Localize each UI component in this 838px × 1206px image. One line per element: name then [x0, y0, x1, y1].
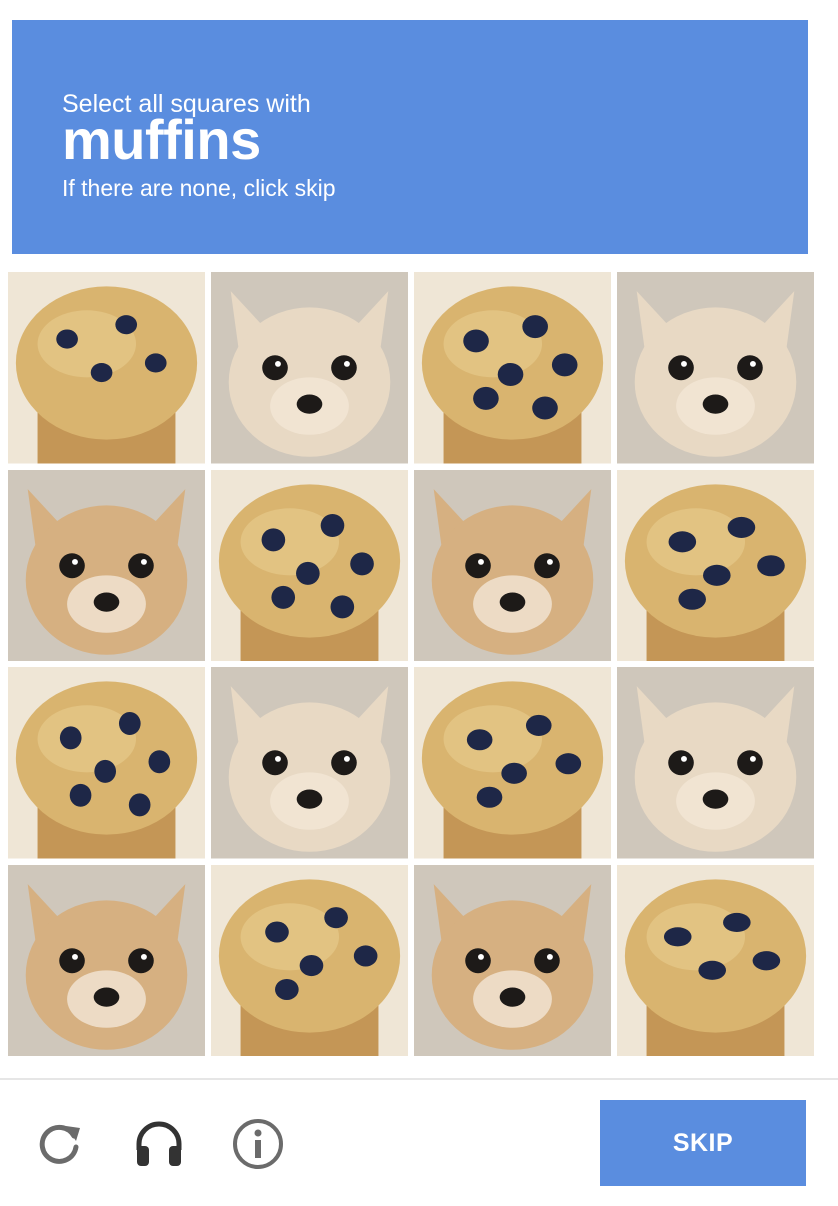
grid-tile-muffin[interactable] — [211, 864, 408, 1056]
grid-tile-chihuahua[interactable] — [8, 469, 205, 661]
grid-tile-muffin[interactable] — [211, 469, 408, 661]
challenge-header: Select all squares with muffins If there… — [12, 20, 808, 254]
grid-tile-muffin[interactable] — [414, 272, 611, 464]
target-object-label: muffins — [62, 108, 261, 171]
headphones-icon — [136, 1121, 182, 1166]
reload-icon — [39, 1124, 80, 1164]
grid-tile-muffin[interactable] — [8, 272, 205, 464]
muffin-image — [414, 272, 611, 464]
muffin-image — [211, 469, 408, 661]
chihuahua-image — [414, 864, 611, 1056]
chihuahua-image — [211, 272, 408, 464]
chihuahua-image — [414, 469, 611, 661]
reload-button[interactable] — [28, 1112, 92, 1176]
muffin-image — [617, 864, 814, 1056]
info-icon — [233, 1119, 283, 1169]
info-button[interactable] — [226, 1112, 290, 1176]
skip-hint-text: If there are none, click skip — [62, 175, 336, 201]
grid-tile-muffin[interactable] — [8, 667, 205, 859]
image-grid — [8, 272, 814, 1056]
chihuahua-image — [211, 667, 408, 859]
muffin-image — [211, 864, 408, 1056]
grid-tile-chihuahua[interactable] — [414, 864, 611, 1056]
muffin-image — [8, 272, 205, 464]
grid-tile-muffin[interactable] — [617, 469, 814, 661]
muffin-image — [8, 667, 205, 859]
chihuahua-image — [8, 864, 205, 1056]
grid-tile-chihuahua[interactable] — [617, 272, 814, 464]
audio-challenge-button[interactable] — [127, 1112, 191, 1176]
divider — [0, 1078, 838, 1080]
chihuahua-image — [617, 272, 814, 464]
skip-button[interactable]: SKIP — [600, 1100, 806, 1186]
grid-tile-chihuahua[interactable] — [211, 667, 408, 859]
muffin-image — [617, 469, 814, 661]
chihuahua-image — [8, 469, 205, 661]
grid-tile-chihuahua[interactable] — [414, 469, 611, 661]
grid-tile-chihuahua[interactable] — [617, 667, 814, 859]
muffin-image — [414, 667, 611, 859]
grid-tile-muffin[interactable] — [617, 864, 814, 1056]
chihuahua-image — [617, 667, 814, 859]
grid-tile-chihuahua[interactable] — [211, 272, 408, 464]
grid-tile-chihuahua[interactable] — [8, 864, 205, 1056]
grid-tile-muffin[interactable] — [414, 667, 611, 859]
